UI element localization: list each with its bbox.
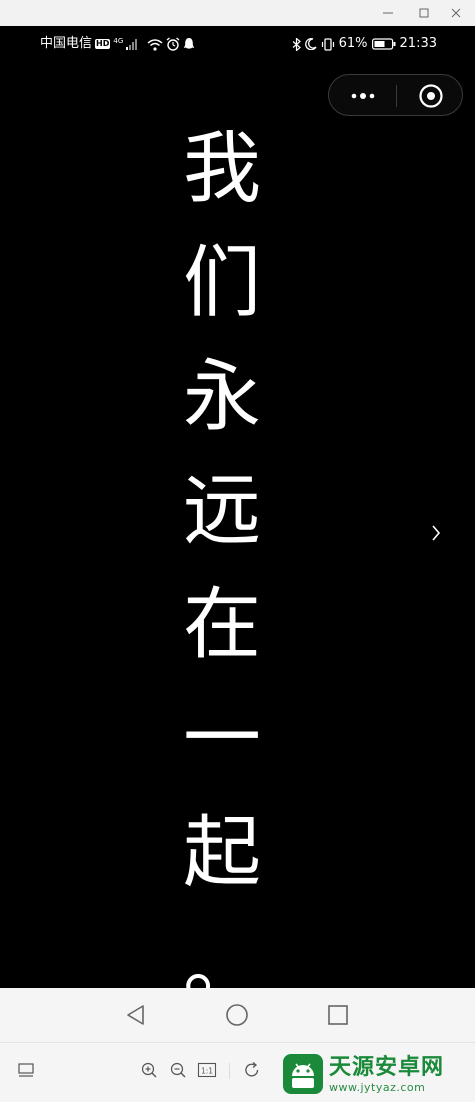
chevron-right-icon [432,525,441,541]
close-button[interactable] [446,3,466,23]
moon-icon [304,38,317,50]
clock-time: 21:33 [399,36,437,51]
window-title-bar [0,0,475,26]
home-button[interactable] [223,1001,251,1029]
poem-char: 在 [182,580,261,670]
close-icon [451,8,461,18]
vertical-poem-text: 我 们 永 远 在 一 起 。 [178,112,266,988]
poem-char: 。 [182,922,261,988]
zoom-out-icon [170,1062,186,1078]
next-page-button[interactable] [428,523,444,543]
bluetooth-icon [292,37,301,51]
wifi-icon [147,38,163,51]
more-button[interactable] [343,81,383,111]
battery-icon [371,38,396,50]
phone-screen: 中国电信 HD 4G 61% 21:33 我 们 永 远 在 一 起 。 [0,26,475,988]
actual-size-button[interactable]: 1:1 [196,1059,218,1081]
vibrate-icon [321,37,334,51]
minimize-icon [383,12,393,14]
zoom-out-button[interactable] [167,1059,189,1081]
carrier-label: 中国电信 [40,36,93,51]
qq-icon [184,38,195,49]
capsule-divider [396,85,397,107]
minimize-button[interactable] [378,3,398,23]
screen-icon [18,1063,34,1077]
recent-square-icon [328,1005,348,1025]
recent-apps-button[interactable] [324,1001,352,1029]
mini-program-capsule [328,74,463,116]
android-logo-icon [283,1054,323,1094]
network-tag: 4G [113,37,124,45]
screen-button[interactable] [15,1059,37,1081]
actual-size-icon: 1:1 [197,1062,217,1078]
poem-char: 远 [182,466,261,556]
watermark-url: www.jytyaz.com [329,1080,426,1094]
actual-size-label: 1:1 [201,1067,213,1076]
android-nav-bar [0,988,475,1042]
exit-button[interactable] [411,81,451,111]
zoom-in-button[interactable] [138,1059,160,1081]
viewer-toolbar: 1:1 天源安卓网 www.jytyaz.com [0,1042,475,1102]
hd-badge: HD [95,39,111,49]
image-viewer-window: 中国电信 HD 4G 61% 21:33 我 们 永 远 在 一 起 。 1:1… [0,0,475,1102]
poem-char: 永 [182,352,261,442]
status-bar: 中国电信 HD 4G 61% 21:33 [0,26,475,62]
poem-char: 起 [182,808,261,898]
poem-char: 一 [182,694,261,784]
site-watermark: 天源安卓网 www.jytyaz.com [283,1051,444,1097]
alarm-icon [166,37,180,51]
zoom-in-icon [141,1062,157,1078]
signal-icon [126,39,138,50]
poem-char: 我 [182,124,261,214]
maximize-button[interactable] [414,3,434,23]
rotate-button[interactable] [241,1059,263,1081]
back-triangle-icon [127,1005,144,1025]
battery-percent: 61% [338,36,368,51]
rotate-icon [245,1062,259,1077]
back-button[interactable] [122,1001,150,1029]
poem-char: 们 [182,238,261,328]
target-circle-icon [419,84,443,108]
more-dots-icon [351,93,375,99]
maximize-icon [419,8,429,18]
toolbar-divider [229,1063,230,1079]
watermark-title: 天源安卓网 [329,1054,445,1080]
home-circle-icon [226,1004,248,1026]
